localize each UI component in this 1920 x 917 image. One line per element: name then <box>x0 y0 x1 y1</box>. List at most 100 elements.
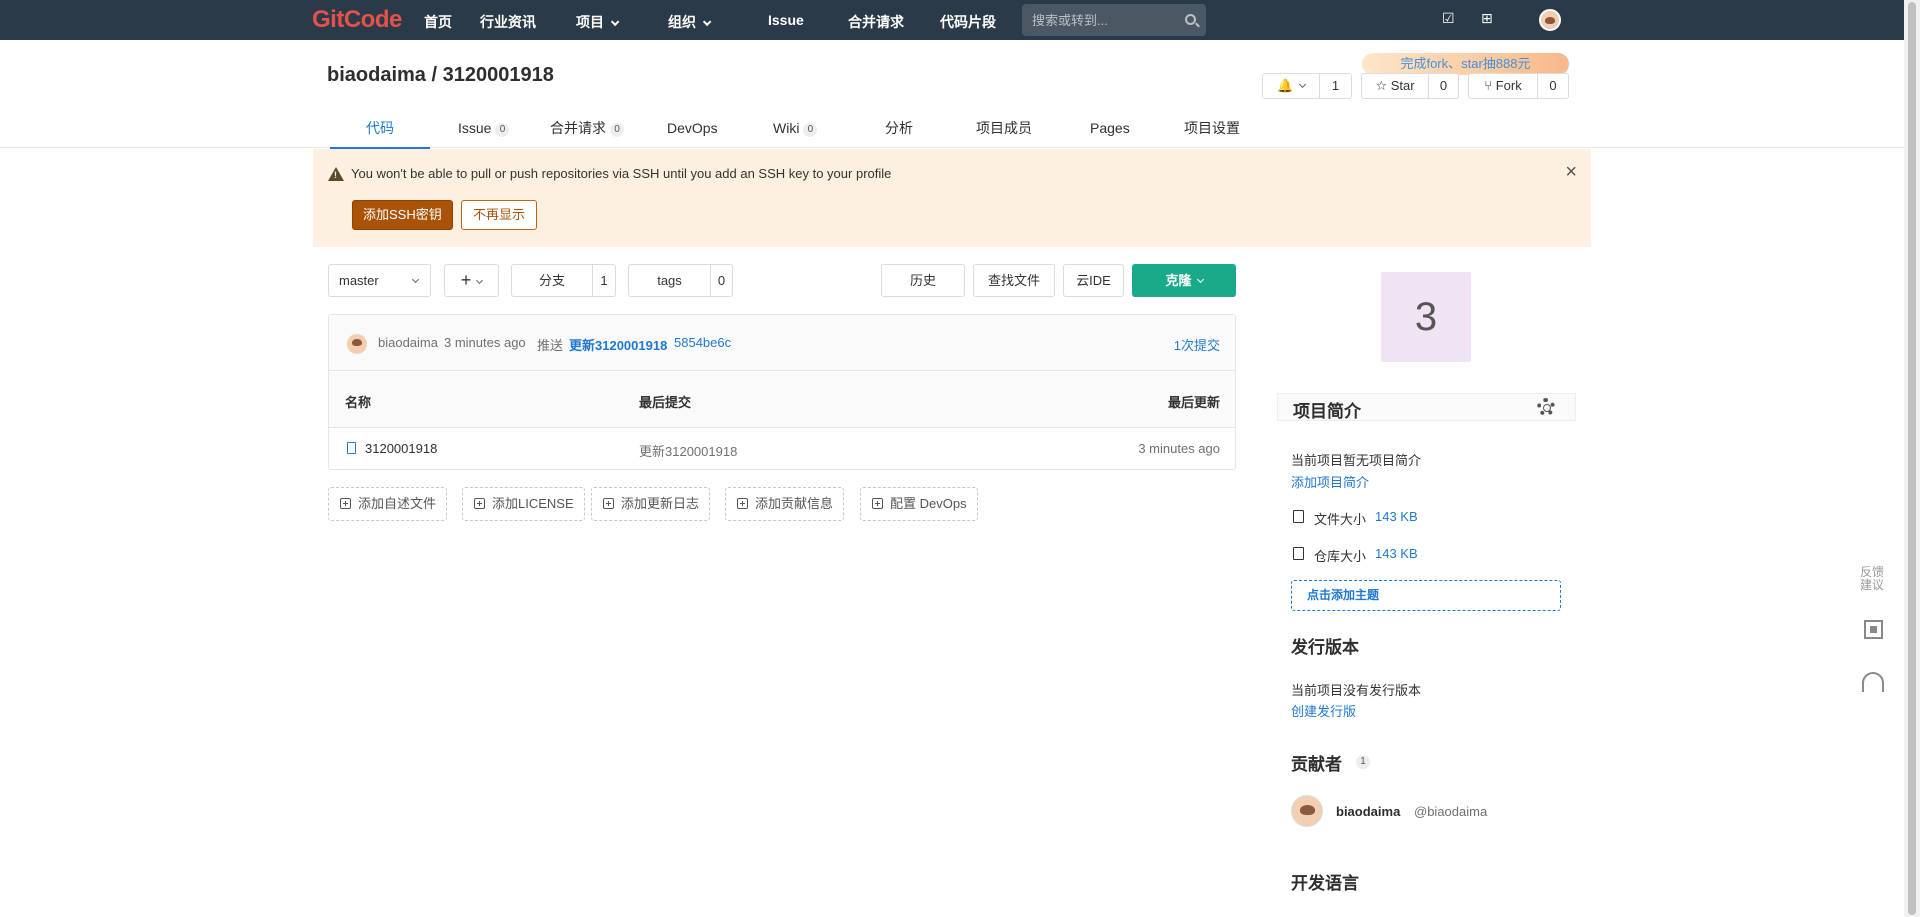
table-row[interactable]: 3120001918 更新3120001918 3 minutes ago <box>329 428 1235 469</box>
dont-show-again-button[interactable]: 不再显示 <box>461 200 538 230</box>
col-name-header: 名称 <box>345 395 372 410</box>
branch-select[interactable]: master <box>328 264 431 297</box>
tab-members[interactable]: 项目成员 <box>976 108 1032 148</box>
contributors-title: 贡献者 <box>1291 755 1342 774</box>
branches-button[interactable]: 分支 1 <box>511 264 616 297</box>
star-count: 0 <box>1428 74 1458 98</box>
tab-code[interactable]: 代码 <box>330 108 430 149</box>
avatar[interactable] <box>347 334 367 354</box>
file-name-link[interactable]: 3120001918 <box>365 441 437 456</box>
repo-size-value[interactable]: 143 KB <box>1375 546 1418 561</box>
gitcode-logo[interactable]: GitCode <box>312 6 402 34</box>
no-intro-text: 当前项目暂无项目简介 <box>1291 453 1422 468</box>
nav-orgs-label: 组织 <box>668 14 696 30</box>
repo-size-icon <box>1293 547 1304 560</box>
contributor-name[interactable]: biaodaima <box>1336 804 1400 819</box>
fork-icon: ⑂ <box>1484 78 1493 93</box>
language-title: 开发语言 <box>1291 874 1359 893</box>
star-control[interactable]: ☆ Star 0 <box>1361 73 1459 99</box>
intro-header: 项目简介 <box>1277 393 1576 421</box>
plus-square-icon <box>737 498 748 509</box>
nav-orgs[interactable]: 组织 <box>668 12 712 32</box>
nav-projects[interactable]: 项目 <box>576 12 620 32</box>
add-intro-link[interactable]: 添加项目简介 <box>1291 472 1369 491</box>
nav-home[interactable]: 首页 <box>424 12 452 32</box>
tab-issue[interactable]: Issue 0 <box>458 108 510 148</box>
project-title[interactable]: biaodaima / 3120001918 <box>327 64 554 87</box>
setup-devops-button[interactable]: 配置 DevOps <box>860 487 978 521</box>
add-readme-button[interactable]: 添加自述文件 <box>328 487 448 521</box>
tab-analytics[interactable]: 分析 <box>885 108 913 148</box>
star-button[interactable]: ☆ Star <box>1362 74 1428 98</box>
project-avatar: 3 <box>1381 272 1471 362</box>
headset-icon[interactable] <box>1862 672 1884 692</box>
setup-devops-label: 配置 DevOps <box>890 496 967 511</box>
scrollbar-thumb[interactable] <box>1908 2 1916 915</box>
file-commit-link[interactable]: 更新3120001918 <box>639 441 737 460</box>
fork-button[interactable]: ⑂ Fork <box>1469 74 1537 98</box>
history-button[interactable]: 历史 <box>881 264 965 297</box>
nav-projects-label: 项目 <box>576 14 604 30</box>
user-avatar[interactable] <box>1539 9 1561 31</box>
tags-label: tags <box>657 273 682 288</box>
tab-devops[interactable]: DevOps <box>667 108 718 148</box>
branches-label: 分支 <box>538 273 565 288</box>
avatar[interactable] <box>1291 795 1323 827</box>
commit-message-link[interactable]: 更新3120001918 <box>569 335 667 354</box>
file-size-icon <box>1293 510 1304 523</box>
cloud-ide-button[interactable]: 云IDE <box>1063 264 1124 297</box>
add-dropdown[interactable]: + <box>444 264 499 297</box>
find-file-button[interactable]: 查找文件 <box>973 264 1055 297</box>
commit-count-link[interactable]: 1次提交 <box>1174 335 1220 354</box>
release-title: 发行版本 <box>1291 638 1359 657</box>
search-icon[interactable] <box>1185 14 1196 25</box>
add-topic-button[interactable]: 点击添加主题 <box>1291 580 1561 611</box>
search-input[interactable] <box>1022 4 1172 36</box>
tab-issue-count: 0 <box>495 123 510 137</box>
nav-industry-news[interactable]: 行业资讯 <box>480 12 536 32</box>
gear-icon[interactable] <box>1537 398 1555 416</box>
nav-issue[interactable]: Issue <box>768 12 804 28</box>
tab-wiki-count: 0 <box>803 123 818 137</box>
scrollbar[interactable] <box>1904 0 1920 917</box>
col-last-update-header: 最后更新 <box>1167 395 1220 410</box>
tab-pages[interactable]: Pages <box>1090 108 1130 148</box>
fork-control[interactable]: ⑂ Fork 0 <box>1468 73 1569 99</box>
plus-square-icon <box>603 498 614 509</box>
close-icon[interactable]: × <box>1565 161 1577 184</box>
tab-settings[interactable]: 项目设置 <box>1184 108 1240 148</box>
chevron-down-icon <box>610 17 620 27</box>
nav-merge-requests[interactable]: 合并请求 <box>848 12 904 32</box>
notification-control[interactable]: 🔔 1 <box>1262 73 1352 99</box>
plus-square-icon <box>340 498 351 509</box>
file-size-value[interactable]: 143 KB <box>1375 509 1418 524</box>
commit-time: 3 minutes ago <box>444 335 526 350</box>
add-contributing-button[interactable]: 添加贡献信息 <box>725 487 845 521</box>
clone-button[interactable]: 克隆 <box>1132 264 1236 297</box>
add-license-button[interactable]: 添加LICENSE <box>462 487 585 521</box>
promo-banner[interactable]: 完成fork、star抽888元 <box>1362 53 1569 75</box>
bell-icon[interactable]: 🔔 <box>1263 74 1319 98</box>
plus-square-icon <box>474 498 485 509</box>
file-icon <box>347 442 356 454</box>
create-release-link[interactable]: 创建发行版 <box>1291 701 1356 720</box>
plus-square-icon <box>872 498 883 509</box>
search-box[interactable] <box>1022 4 1206 36</box>
todo-icon[interactable]: ☑ <box>1442 10 1455 27</box>
add-changelog-button[interactable]: 添加更新日志 <box>591 487 711 521</box>
qr-code-icon[interactable] <box>1864 620 1883 639</box>
tab-wiki[interactable]: Wiki 0 <box>773 108 818 148</box>
nav-snippets[interactable]: 代码片段 <box>940 12 996 32</box>
chevron-down-icon <box>411 275 420 284</box>
commit-sha-link[interactable]: 5854be6c <box>674 335 731 350</box>
tab-merge-requests[interactable]: 合并请求 0 <box>550 108 624 148</box>
commit-author[interactable]: biaodaima <box>378 335 438 350</box>
repo-size-label: 仓库大小 <box>1314 549 1367 564</box>
add-ssh-key-button[interactable]: 添加SSH密钥 <box>352 200 453 230</box>
feedback-button[interactable]: 反馈建议 <box>1855 566 1889 592</box>
tags-button[interactable]: tags 0 <box>628 264 733 297</box>
warning-icon <box>328 167 344 181</box>
new-plus-icon[interactable]: ⊞ <box>1481 10 1493 27</box>
chevron-down-icon <box>1196 275 1204 284</box>
no-release-text: 当前项目没有发行版本 <box>1291 683 1422 698</box>
